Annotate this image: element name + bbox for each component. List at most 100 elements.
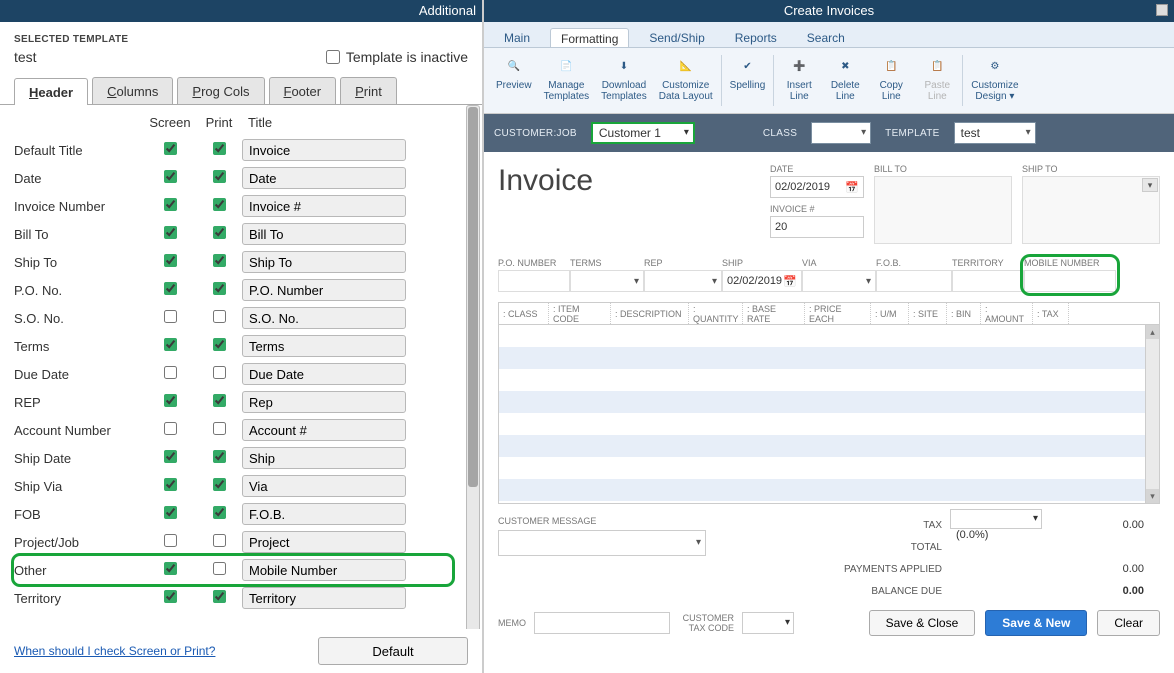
print-checkbox[interactable]	[213, 254, 226, 267]
title-input[interactable]	[242, 503, 406, 525]
col-u-m[interactable]: : U/M	[871, 303, 909, 324]
title-input[interactable]	[242, 587, 406, 609]
col-item-code[interactable]: : ITEM CODE	[549, 303, 611, 324]
date-field[interactable]: 02/02/2019📅	[770, 176, 864, 198]
screen-checkbox[interactable]	[164, 366, 177, 379]
shipto-dropdown-icon[interactable]: ▾	[1142, 178, 1158, 192]
chevron-down-icon[interactable]: ▾	[712, 276, 717, 287]
tab-footer[interactable]: Footer	[269, 77, 337, 104]
maximize-icon[interactable]	[1156, 4, 1168, 16]
title-input[interactable]	[242, 139, 406, 161]
screen-checkbox[interactable]	[164, 310, 177, 323]
line-table-scrollbar[interactable]: ▴ ▾	[1145, 325, 1159, 503]
print-checkbox[interactable]	[213, 310, 226, 323]
title-input[interactable]	[242, 307, 406, 329]
help-link[interactable]: When should I check Screen or Print?	[14, 644, 215, 658]
print-checkbox[interactable]	[213, 422, 226, 435]
title-input[interactable]	[242, 419, 406, 441]
ship-input[interactable]: 02/02/2019📅	[722, 270, 802, 292]
customer-message-select[interactable]: ▾	[498, 530, 706, 556]
screen-checkbox[interactable]	[164, 394, 177, 407]
memo-field[interactable]	[534, 612, 670, 634]
territory-input[interactable]	[952, 270, 1024, 292]
title-input[interactable]	[242, 363, 406, 385]
tax-select[interactable]: ▾	[950, 509, 1042, 529]
copy-line-button[interactable]: 📋CopyLine	[868, 52, 914, 109]
screen-checkbox[interactable]	[164, 338, 177, 351]
line-row[interactable]	[499, 325, 1159, 347]
mobile-number-input[interactable]	[1024, 270, 1116, 292]
scroll-down-icon[interactable]: ▾	[1146, 489, 1159, 503]
print-checkbox[interactable]	[213, 562, 226, 575]
screen-checkbox[interactable]	[164, 198, 177, 211]
col-class[interactable]: : CLASS	[499, 303, 549, 324]
screen-checkbox[interactable]	[164, 506, 177, 519]
calendar-icon[interactable]: 📅	[783, 275, 797, 288]
default-button[interactable]: Default	[318, 637, 468, 665]
print-checkbox[interactable]	[213, 282, 226, 295]
screen-checkbox[interactable]	[164, 254, 177, 267]
ribbon-tab-main[interactable]: Main	[494, 28, 540, 47]
col-amount[interactable]: : AMOUNT	[981, 303, 1033, 324]
screen-checkbox[interactable]	[164, 450, 177, 463]
title-input[interactable]	[242, 335, 406, 357]
chevron-down-icon[interactable]: ▾	[634, 276, 639, 287]
customize-design-button[interactable]: ⚙CustomizeDesign ▾	[965, 52, 1024, 109]
col-site[interactable]: : SITE	[909, 303, 947, 324]
line-row[interactable]	[499, 369, 1159, 391]
title-input[interactable]	[242, 559, 406, 581]
chevron-down-icon[interactable]: ▾	[866, 276, 871, 287]
print-checkbox[interactable]	[213, 478, 226, 491]
save-new-button[interactable]: Save & New	[985, 610, 1087, 636]
title-input[interactable]	[242, 195, 406, 217]
col-description[interactable]: : DESCRIPTION	[611, 303, 689, 324]
print-checkbox[interactable]	[213, 394, 226, 407]
print-checkbox[interactable]	[213, 590, 226, 603]
title-input[interactable]	[242, 167, 406, 189]
title-input[interactable]	[242, 279, 406, 301]
template-select[interactable]: test▾	[954, 122, 1036, 144]
col-tax[interactable]: : TAX	[1033, 303, 1069, 324]
template-inactive-checkbox[interactable]: Template is inactive	[326, 49, 468, 65]
screen-checkbox[interactable]	[164, 534, 177, 547]
screen-checkbox[interactable]	[164, 422, 177, 435]
screen-checkbox[interactable]	[164, 142, 177, 155]
taxcode-select[interactable]: ▾	[742, 612, 794, 634]
title-input[interactable]	[242, 475, 406, 497]
insert-line-button[interactable]: ➕InsertLine	[776, 52, 822, 109]
fob-input[interactable]	[876, 270, 952, 292]
title-input[interactable]	[242, 447, 406, 469]
preview-button[interactable]: 🔍Preview	[490, 52, 538, 109]
print-checkbox[interactable]	[213, 534, 226, 547]
tab-columns[interactable]: Columns	[92, 77, 173, 104]
billto-box[interactable]	[874, 176, 1012, 244]
terms-input[interactable]: ▾	[570, 270, 644, 292]
print-checkbox[interactable]	[213, 198, 226, 211]
col-bin[interactable]: : BIN	[947, 303, 981, 324]
title-input[interactable]	[242, 251, 406, 273]
po-number-input[interactable]	[498, 270, 570, 292]
screen-checkbox[interactable]	[164, 170, 177, 183]
scroll-up-icon[interactable]: ▴	[1146, 325, 1159, 339]
shipto-box[interactable]: ▾	[1022, 176, 1160, 244]
screen-checkbox[interactable]	[164, 478, 177, 491]
tab-print[interactable]: Print	[340, 77, 397, 104]
tab-header[interactable]: Header	[14, 78, 88, 105]
save-close-button[interactable]: Save & Close	[869, 610, 976, 636]
calendar-icon[interactable]: 📅	[845, 181, 859, 194]
screen-checkbox[interactable]	[164, 226, 177, 239]
print-checkbox[interactable]	[213, 450, 226, 463]
ribbon-tab-send-ship[interactable]: Send/Ship	[639, 28, 714, 47]
tab-prog-cols[interactable]: Prog Cols	[177, 77, 264, 104]
screen-checkbox[interactable]	[164, 590, 177, 603]
line-row[interactable]	[499, 479, 1159, 501]
class-select[interactable]: ▾	[811, 122, 871, 144]
customer-job-select[interactable]: Customer 1▾	[591, 122, 695, 144]
ribbon-tab-search[interactable]: Search	[797, 28, 855, 47]
ribbon-tab-formatting[interactable]: Formatting	[550, 28, 629, 47]
customize-layout-button[interactable]: 📐CustomizeData Layout	[653, 52, 719, 109]
print-checkbox[interactable]	[213, 338, 226, 351]
manage-templates-button[interactable]: 📄ManageTemplates	[538, 52, 596, 109]
print-checkbox[interactable]	[213, 142, 226, 155]
spelling-button[interactable]: ✔Spelling	[724, 52, 772, 109]
